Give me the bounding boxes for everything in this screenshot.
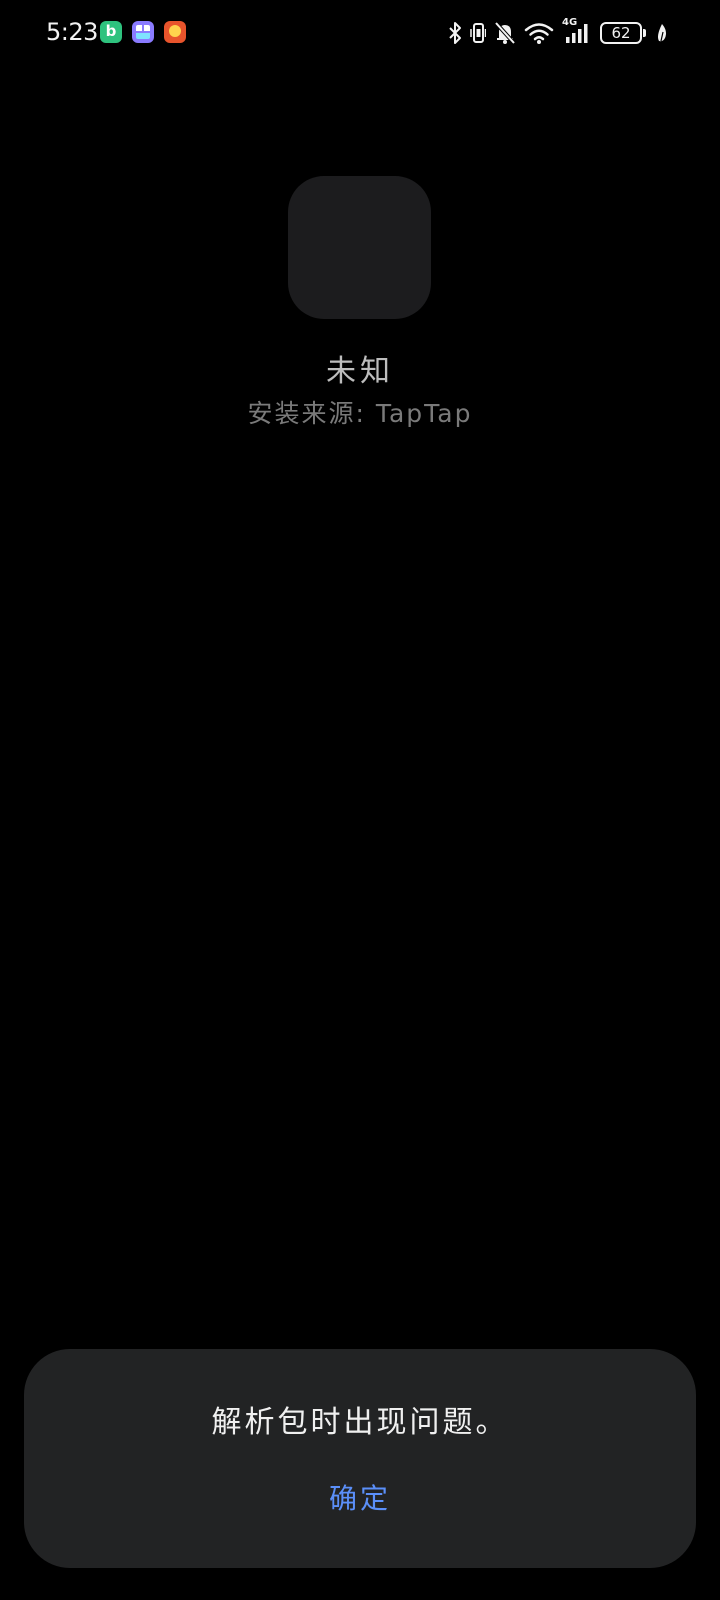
status-time: 5:23 [46, 18, 98, 46]
install-source-label: 安装来源: TapTap [247, 399, 473, 428]
confirm-button[interactable]: 确定 [260, 1469, 460, 1529]
status-bar: 5:23 b 4G 62 [0, 0, 720, 66]
battery-level: 62 [611, 24, 631, 42]
vibrate-icon [470, 21, 486, 45]
system-status-icons: 4G 62 [448, 17, 668, 48]
game-app-icon [164, 21, 186, 43]
dialog-message: 解析包时出现问题。 [211, 1405, 509, 1440]
app-name: 未知 [326, 354, 394, 389]
bluetooth-icon [448, 21, 462, 45]
wifi-icon [524, 21, 554, 45]
battery-icon: 62 [600, 22, 646, 44]
mute-bell-icon [494, 21, 516, 45]
gallery-app-icon [132, 21, 154, 43]
bilibili-icon [100, 21, 122, 43]
leaf-icon [656, 23, 668, 43]
error-dialog: 解析包时出现问题。 确定 [24, 1349, 696, 1568]
app-icon-placeholder [288, 176, 431, 319]
cellular-signal-icon: 4G [562, 17, 592, 45]
network-type: 4G [562, 17, 578, 28]
